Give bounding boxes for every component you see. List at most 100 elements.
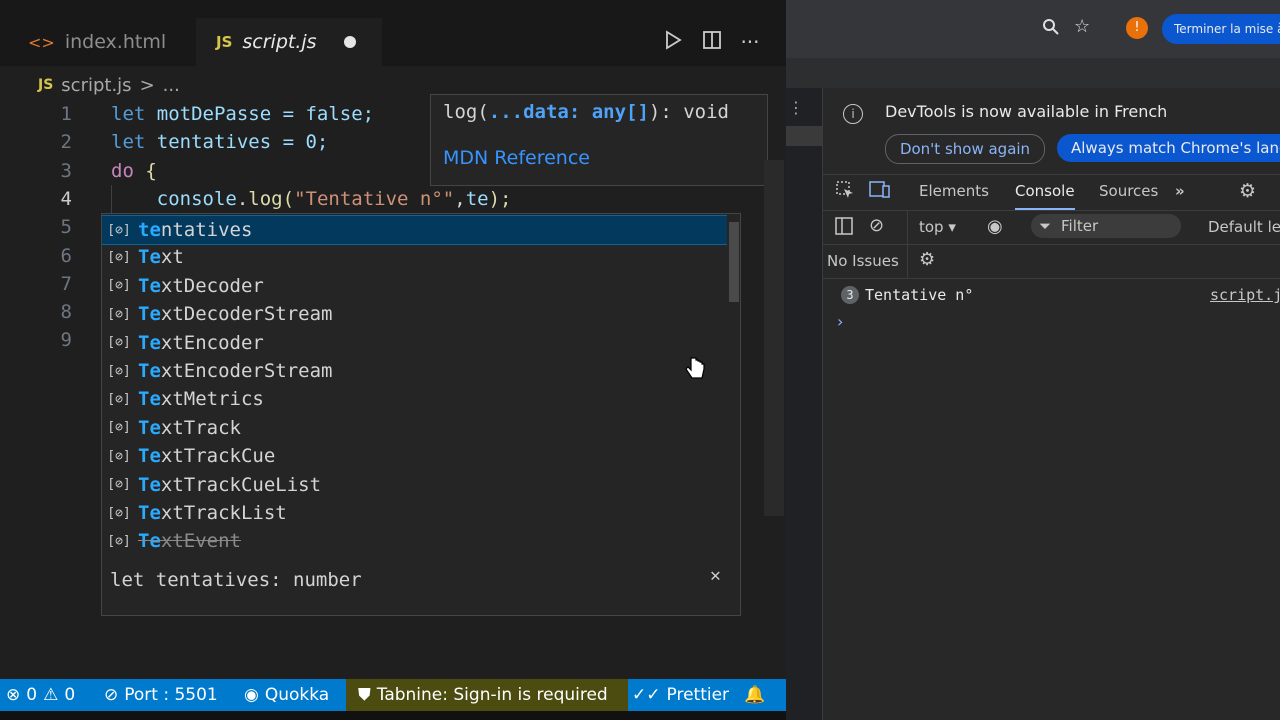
suggestion-item[interactable]: [⊘] TextTrackCue — [102, 442, 727, 470]
line-number: 8 — [60, 301, 72, 323]
eye-icon[interactable]: ◉ — [987, 216, 1003, 237]
sidebar-toggle-icon[interactable] — [835, 217, 853, 239]
quokka-status[interactable]: ◉ Quokka — [244, 679, 329, 711]
suggestion-match: Te — [138, 388, 161, 411]
suggestion-item[interactable]: [⊘] tentatives — [102, 215, 727, 245]
breadcrumb-symbol[interactable]: ... — [163, 75, 180, 96]
hand-pointer-icon — [684, 356, 706, 386]
code-line-1[interactable]: let motDePasse = false; — [111, 100, 374, 128]
mdn-reference-link[interactable]: MDN Reference — [443, 147, 590, 169]
issues-bar: No Issues ⚙ — [823, 244, 1280, 279]
keyword: let — [111, 103, 146, 125]
suggestion-label: TextEncoderStream — [138, 360, 332, 382]
suggestion-match: Te — [138, 360, 161, 382]
suggestion-item[interactable]: [⊘] Text — [102, 243, 727, 271]
console-toolbar: ⊘ top ▾ ◉ ⏷ Filter Default lev — [823, 210, 1280, 245]
close-icon[interactable]: ✕ — [710, 565, 721, 586]
breadcrumb-file[interactable]: script.js — [61, 75, 131, 96]
suggestion-rest: xtTrackCueList — [160, 473, 322, 496]
more-tabs-chevron-icon[interactable]: » — [1175, 182, 1185, 208]
inspect-element-icon[interactable] — [835, 180, 855, 206]
status-bar: ⊗ 0 ⚠ 0 ⊘ Port : 5501 ◉ Quokka ⛊ Tabnine… — [0, 679, 786, 711]
suggestion-match: Te — [138, 416, 161, 439]
run-icon[interactable] — [661, 30, 685, 54]
error-icon: ⊗ — [6, 685, 21, 705]
profile-avatar[interactable]: ! — [1126, 17, 1148, 39]
suggestion-item[interactable]: [⊘] TextTrackList — [102, 499, 727, 527]
tab-script-js[interactable]: JS script.js — [196, 18, 382, 66]
divider — [907, 210, 908, 244]
variable-symbol-icon: [⊘] — [107, 420, 131, 436]
drag-handle-icon[interactable]: ⋮ — [788, 98, 804, 117]
signature-text: log(...data: any[]): void — [443, 101, 729, 123]
breadcrumb-separator: > — [139, 74, 155, 96]
suggestion-item[interactable]: [⊘] TextTrack — [102, 414, 727, 442]
code-object: console — [156, 188, 237, 210]
code-line-2[interactable]: let tentatives = 0; — [111, 128, 328, 156]
variable-symbol-icon: [⊘] — [107, 278, 131, 294]
filter-input[interactable]: ⏷ Filter — [1031, 214, 1181, 238]
suggestion-rest: xt — [160, 246, 184, 269]
suggestion-item[interactable]: [⊘] TextEncoder — [102, 329, 727, 357]
tabnine-status[interactable]: ⛊ Tabnine: Sign-in is required — [346, 679, 628, 711]
dont-show-again-button[interactable]: Don't show again — [885, 134, 1045, 164]
split-editor-icon[interactable] — [700, 30, 724, 54]
variable-symbol-icon: [⊘] — [107, 363, 131, 379]
repeat-count-badge: 3 — [841, 286, 859, 304]
suggestion-label: TextTrackList — [138, 502, 287, 524]
suggestion-item[interactable]: [⊘] TextMetrics — [102, 385, 727, 413]
suggestion-rest: xtEvent — [160, 530, 241, 553]
bookmark-star-icon[interactable]: ☆ — [1074, 16, 1090, 37]
tab-elements[interactable]: Elements — [919, 182, 989, 208]
breadcrumb: JS script.js > ... — [38, 72, 180, 98]
line-number-current: 4 — [60, 188, 72, 210]
clear-console-icon[interactable]: ⊘ — [869, 215, 884, 236]
suggestion-rest: xtTrack — [160, 416, 241, 439]
device-toolbar-icon[interactable] — [869, 180, 891, 206]
suggestion-label: TextDecoder — [138, 275, 264, 297]
problems-indicator[interactable]: ⊗ 0 ⚠ 0 — [6, 679, 75, 711]
suggestion-match: Te — [138, 473, 161, 496]
log-levels-dropdown[interactable]: Default lev — [1208, 218, 1280, 236]
suggestion-scrollbar[interactable] — [729, 222, 739, 302]
update-chrome-button[interactable]: Terminer la mise à — [1162, 14, 1280, 44]
suggestion-list: [⊘] tentatives [⊘] Text [⊘] TextDecoder [⊘] Tex… — [101, 213, 741, 561]
suggestion-label: tentatives — [138, 219, 252, 241]
tab-index-html[interactable]: <> index.html — [18, 18, 193, 66]
log-source-link[interactable]: script.js — [1210, 286, 1280, 304]
suggestion-item[interactable]: [⊘] TextDecoder — [102, 272, 727, 300]
editor-scrollbar[interactable] — [764, 160, 784, 516]
code-string: "Tentative n°" — [294, 188, 455, 210]
suggestion-rest: xtMetrics — [160, 388, 264, 411]
console-prompt[interactable]: › — [837, 312, 843, 331]
code-line-4[interactable]: console.log("Tentative n°",te); — [111, 185, 512, 213]
devtools-tab-bar: Elements Console Sources » ⚙ — [823, 176, 1280, 211]
settings-gear-icon[interactable]: ⚙ — [1239, 180, 1256, 206]
issues-label[interactable]: No Issues — [827, 252, 899, 270]
suggestion-label: TextTrack — [138, 417, 241, 439]
prettier-status[interactable]: ✓✓ Prettier — [632, 679, 729, 711]
divider — [907, 244, 908, 278]
suggestion-item[interactable]: [⊘] TextTrackCueList — [102, 471, 727, 499]
suggestion-item[interactable]: [⊘] TextEvent — [102, 527, 727, 555]
more-actions-icon[interactable]: ··· — [738, 30, 762, 54]
zoom-search-icon[interactable] — [1042, 18, 1060, 40]
always-match-language-button[interactable]: Always match Chrome's lang — [1057, 134, 1280, 162]
variable-symbol-icon: [⊘] — [107, 391, 131, 407]
signature-param: ...data: any[] — [488, 101, 649, 123]
console-log-entry[interactable]: 3 Tentative n° script.js — [823, 284, 1280, 310]
notifications-bell-icon[interactable]: 🔔 — [744, 679, 765, 711]
tab-sources[interactable]: Sources — [1099, 182, 1158, 208]
unsaved-dot-icon[interactable] — [344, 36, 356, 48]
vscode-window: <> index.html JS script.js ··· JS script… — [0, 0, 786, 720]
code-text: motDePasse = false; — [145, 103, 375, 125]
console-settings-gear-icon[interactable]: ⚙ — [919, 249, 935, 270]
tab-console[interactable]: Console — [1015, 182, 1075, 210]
code-line-3[interactable]: do { — [111, 157, 157, 185]
live-server-port[interactable]: ⊘ Port : 5501 — [104, 679, 218, 711]
filter-placeholder: Filter — [1061, 217, 1099, 235]
suggestion-item[interactable]: [⊘] TextDecoderStream — [102, 300, 727, 328]
suggestion-label: TextEvent — [138, 530, 241, 552]
context-selector[interactable]: top ▾ — [919, 218, 956, 236]
suggestion-item[interactable]: [⊘] TextEncoderStream — [102, 357, 727, 385]
